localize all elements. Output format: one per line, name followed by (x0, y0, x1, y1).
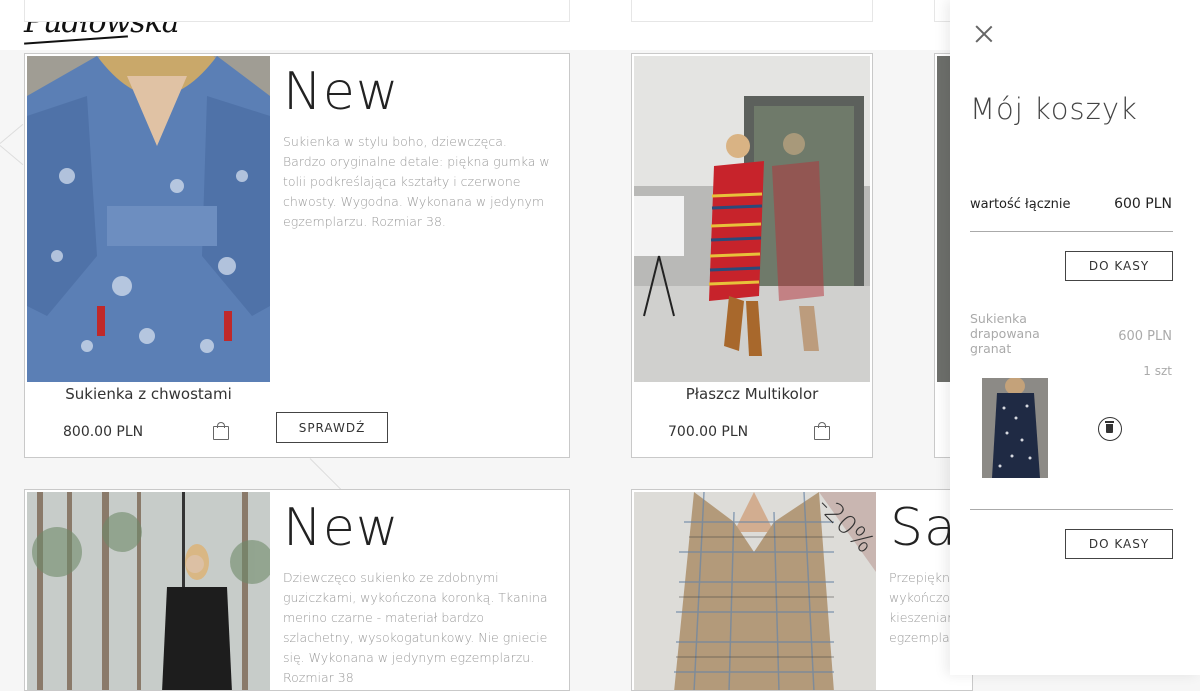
divider (970, 509, 1173, 510)
check-product-button[interactable]: SPRAWDŹ (276, 412, 388, 443)
product-description: Sukienka w stylu boho, dziewczęca. Bardz… (283, 134, 550, 229)
previous-card-remnant (631, 0, 873, 22)
product-photo[interactable] (27, 56, 270, 382)
product-card: New Sukienka w stylu boho, dziewczęca. B… (24, 53, 570, 458)
product-description: Przepiękny wykończon kieszeniam egzempla… (889, 570, 960, 645)
cart-total-value: 600 PLN (1114, 196, 1172, 212)
product-description: Dziewczęco sukienko ze zdobnymi guziczka… (283, 570, 548, 685)
cart-item-price: 600 PLN (1118, 329, 1172, 344)
product-price: 700.00 PLN (668, 424, 749, 440)
checkout-button-bottom[interactable]: DO KASY (1065, 529, 1173, 559)
cart-total-label: wartość łącznie (970, 197, 1071, 212)
product-name[interactable]: Płaszcz Multikolor (634, 385, 870, 403)
add-to-cart-icon[interactable] (814, 422, 830, 440)
previous-card-remnant (24, 0, 570, 22)
checkout-button[interactable]: DO KASY (1065, 251, 1173, 281)
new-badge: New (283, 62, 400, 122)
navy-dress-thumbnail-image (982, 378, 1048, 478)
add-to-cart-icon[interactable] (213, 422, 229, 440)
cart-title: Mój koszyk (970, 92, 1138, 126)
sale-badge: Sa (890, 498, 957, 558)
new-badge: New (283, 498, 400, 558)
product-card: New Dziewczęco sukienko ze zdobnymi guzi… (24, 489, 570, 691)
cart-item-thumbnail (982, 378, 1048, 478)
cart-item-name: Sukienka drapowana granat (970, 311, 1040, 356)
decorative-line (309, 458, 343, 491)
product-photo[interactable] (27, 492, 270, 690)
product-price: 800.00 PLN (63, 424, 144, 440)
remove-item-icon[interactable] (1098, 417, 1122, 441)
dress-photo-image (27, 56, 270, 382)
divider (970, 231, 1173, 232)
decorative-line (0, 145, 24, 166)
product-name[interactable]: Sukienka z chwostami (27, 385, 270, 403)
product-photo[interactable] (634, 56, 870, 382)
black-dress-photo-image (27, 492, 270, 690)
cart-panel: Mój koszyk wartość łącznie 600 PLN DO KA… (950, 0, 1200, 675)
close-icon[interactable] (975, 25, 993, 43)
product-card: -20% Sa Przepiękny wykończon kieszeniam … (631, 489, 973, 691)
coat-photo-image (634, 56, 870, 382)
decorative-line (0, 123, 24, 144)
product-card: Płaszcz Multikolor 700.00 PLN (631, 53, 873, 458)
cart-item-quantity: 1 szt (1143, 364, 1172, 378)
